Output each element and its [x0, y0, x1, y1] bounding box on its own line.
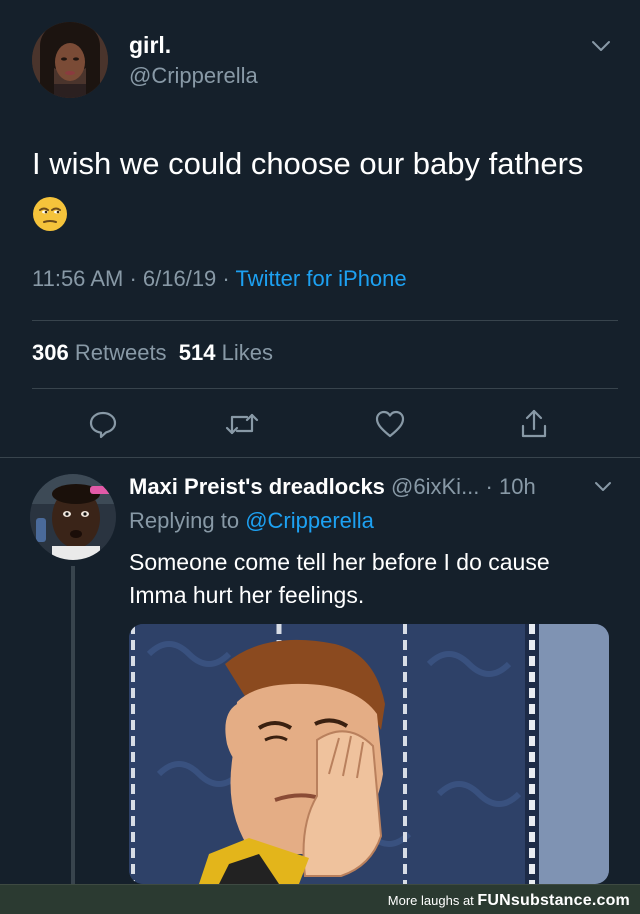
- likes-count: 514: [178, 340, 216, 365]
- avatar[interactable]: [32, 22, 108, 98]
- retweets-label: Retweets: [74, 340, 167, 365]
- retweets-count: 306: [32, 340, 69, 365]
- replying-prefix: Replying to: [129, 508, 240, 533]
- reply-icon[interactable]: [83, 402, 123, 446]
- reply-tweet[interactable]: Maxi Preist's dreadlocks @6ixKi... · 10h…: [0, 458, 640, 886]
- reply-text: Someone come tell her before I do cause …: [129, 549, 550, 608]
- reply-time[interactable]: · 10h: [486, 474, 536, 499]
- reply-author-name[interactable]: Maxi Preist's dreadlocks: [129, 474, 385, 499]
- retweet-icon[interactable]: [222, 402, 262, 446]
- replying-to: Replying to @Cripperella: [129, 508, 374, 534]
- footer-text: More laughs at FUNsubstance.com: [388, 892, 630, 910]
- unamused-face-emoji-icon: [32, 196, 68, 232]
- footer-prefix: More laughs at: [387, 893, 474, 908]
- reply-author-handle[interactable]: @6ixKi...: [391, 474, 479, 499]
- tweet-source[interactable]: Twitter for iPhone: [235, 266, 406, 291]
- divider: [32, 320, 618, 321]
- thread-line: [71, 566, 75, 886]
- tweet-date[interactable]: 6/16/19: [143, 266, 216, 291]
- footer-brand[interactable]: FUNsubstance.com: [477, 892, 630, 909]
- share-icon[interactable]: [514, 402, 554, 446]
- tweet-meta: 11:56 AM · 6/16/19 · Twitter for iPhone: [32, 266, 407, 292]
- chevron-down-icon[interactable]: [594, 480, 612, 494]
- author-name[interactable]: girl.: [129, 32, 171, 59]
- reply-avatar[interactable]: [30, 474, 116, 560]
- main-tweet: girl. @Cripperella I wish we could choos…: [0, 0, 640, 458]
- replying-mention[interactable]: @Cripperella: [245, 508, 374, 533]
- reply-media-image[interactable]: [129, 624, 609, 884]
- meta-separator: ·: [123, 266, 143, 291]
- reply-header: Maxi Preist's dreadlocks @6ixKi... · 10h: [129, 474, 536, 500]
- author-handle[interactable]: @Cripperella: [129, 63, 258, 89]
- like-icon[interactable]: [370, 402, 410, 446]
- likes-stat[interactable]: 514 Likes: [179, 340, 273, 365]
- watermark-banner: More laughs at FUNsubstance.com: [0, 884, 640, 914]
- tweet-time[interactable]: 11:56 AM: [32, 266, 123, 291]
- tweet-actions: [0, 402, 640, 446]
- meta-separator: ·: [216, 266, 236, 291]
- likes-label: Likes: [221, 340, 273, 365]
- tweet-stats: 306 Retweets 514 Likes: [32, 340, 273, 366]
- retweets-stat[interactable]: 306 Retweets: [32, 340, 167, 365]
- tweet-text: I wish we could choose our baby fathers: [32, 146, 584, 181]
- chevron-down-icon[interactable]: [590, 38, 612, 54]
- divider: [32, 388, 618, 389]
